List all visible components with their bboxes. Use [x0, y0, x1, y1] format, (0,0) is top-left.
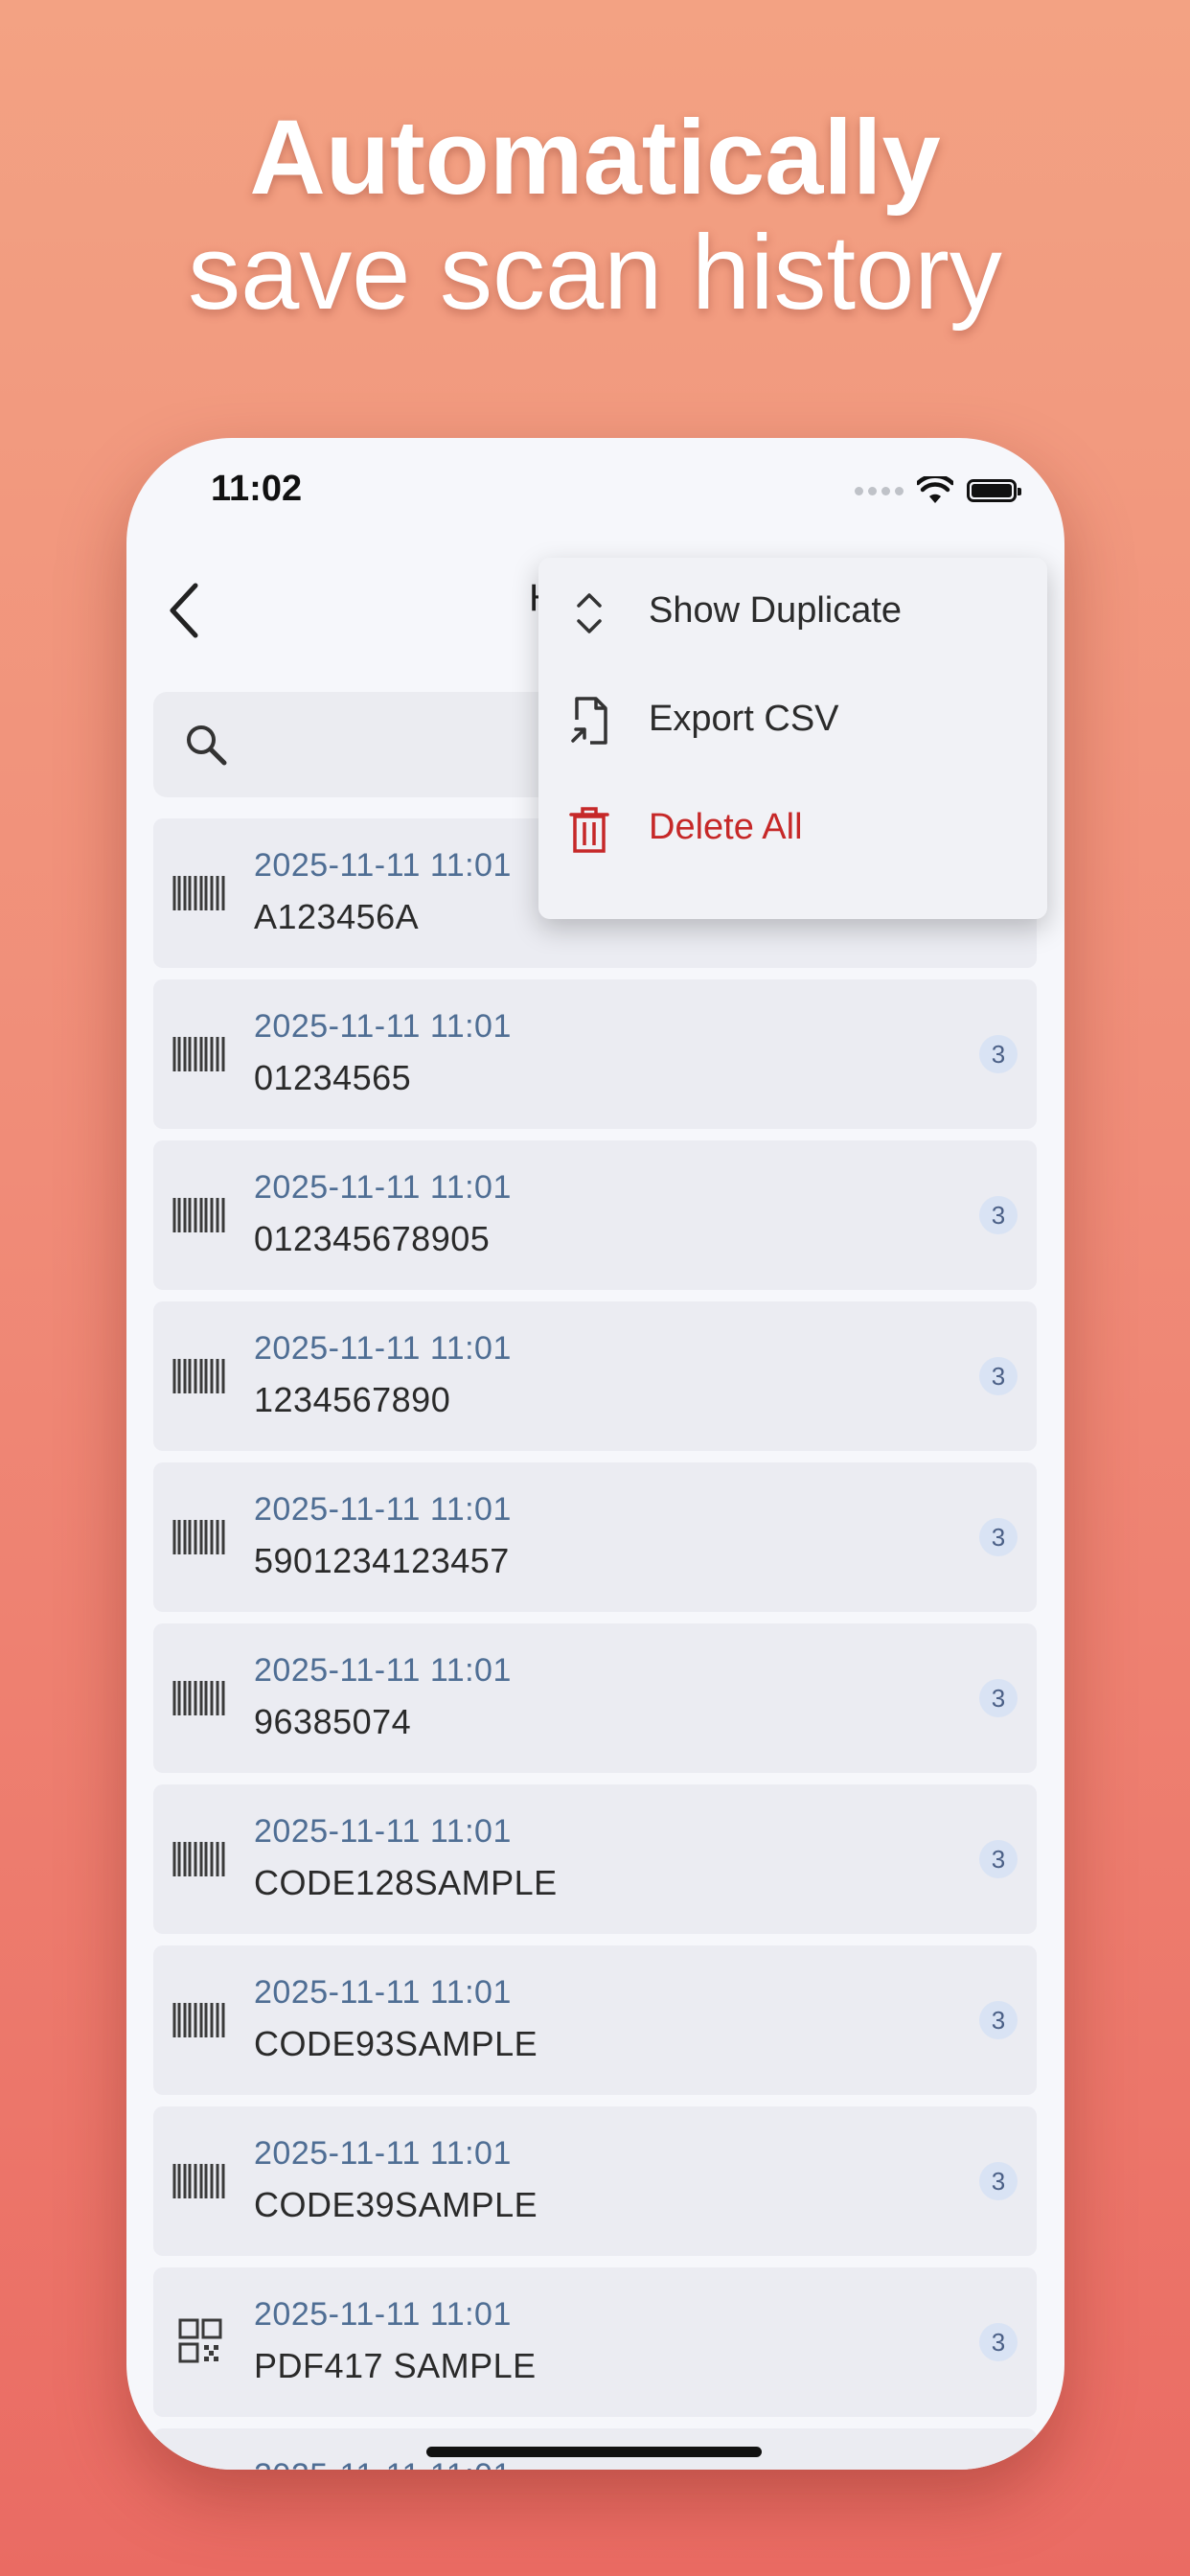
scan-code: A123456A [254, 897, 420, 936]
duplicate-count-badge: 3 [979, 2001, 1018, 2039]
duplicate-count-badge: 3 [979, 2162, 1018, 2200]
qr-code-icon [178, 2318, 222, 2363]
scan-date: 2025-11-11 11:01 [254, 1491, 512, 1528]
menu-item-label: Delete All [649, 807, 803, 847]
scan-code: PDF417 SAMPLE [254, 2346, 537, 2385]
scan-code: 5901234123457 [254, 1541, 510, 1580]
duplicate-count-badge: 3 [979, 1196, 1018, 1234]
status-time: 11:02 [211, 469, 303, 509]
options-menu: Show Duplicate Export CSV Delete All [538, 558, 1047, 919]
menu-item-delete-all[interactable]: Delete All [538, 774, 1047, 880]
barcode-icon [172, 2164, 225, 2198]
barcode-icon [172, 1842, 225, 1876]
duplicate-count-badge: 3 [979, 2323, 1018, 2361]
scan-code: 96385074 [254, 1702, 412, 1741]
barcode-icon [172, 1520, 225, 1554]
scan-date: 2025-11-11 11:01 [254, 847, 512, 884]
barcode-icon [172, 1681, 225, 1715]
menu-item-show-duplicate[interactable]: Show Duplicate [538, 558, 1047, 663]
barcode-icon [172, 1359, 225, 1393]
scan-code: CODE128SAMPLE [254, 1863, 558, 1902]
scan-date: 2025-11-11 11:01 [254, 1169, 512, 1206]
duplicate-count-badge: 3 [979, 1035, 1018, 1073]
scan-code: CODE93SAMPLE [254, 2024, 538, 2063]
list-item[interactable]: 2025-11-11 11:01 CODE39SAMPLE 3 [153, 2106, 1037, 2256]
scan-date: 2025-11-11 11:01 [254, 1330, 512, 1367]
list-item[interactable]: 2025-11-11 11:01 1234567890 3 [153, 1301, 1037, 1451]
expand-collapse-icon [577, 593, 602, 633]
duplicate-count-badge: 3 [979, 1357, 1018, 1395]
home-indicator[interactable] [426, 2447, 762, 2457]
file-export-icon [571, 697, 607, 745]
scan-code: CODE39SAMPLE [254, 2185, 538, 2224]
duplicate-count-badge: 3 [979, 1679, 1018, 1717]
status-icons [855, 476, 1021, 505]
scan-date: 2025-11-11 11:01 [254, 2296, 512, 2333]
headline-line-1: Automatically [249, 99, 941, 217]
scan-code: 1234567890 [254, 1380, 451, 1419]
barcode-icon [172, 876, 225, 910]
menu-item-export-csv[interactable]: Export CSV [538, 666, 1047, 771]
phone-screen: 11:02 H 2025-11-11 11:01 A123456A 2025-1… [126, 438, 1064, 2470]
list-item[interactable]: 2025-11-11 11:01 CODE128SAMPLE 3 [153, 1784, 1037, 1934]
scan-date: 2025-11-11 11:01 [254, 1652, 512, 1689]
scan-code: 012345678905 [254, 1219, 491, 1258]
scan-date: 2025-11-11 11:01 [254, 1974, 512, 2011]
scan-date: 2025-11-11 11:01 [254, 1008, 512, 1045]
menu-item-label: Export CSV [649, 699, 839, 739]
search-icon [187, 725, 227, 766]
barcode-icon [172, 1198, 225, 1232]
barcode-icon [172, 2003, 225, 2037]
list-item[interactable]: 2025-11-11 11:01 96385074 3 [153, 1623, 1037, 1773]
menu-item-label: Show Duplicate [649, 590, 903, 631]
list-item[interactable]: 2025-11-11 11:01 CODE93SAMPLE 3 [153, 1945, 1037, 2095]
trash-icon [569, 807, 609, 853]
scan-date: 2025-11-11 11:01 [254, 2135, 512, 2172]
scan-code: 01234565 [254, 1058, 412, 1097]
duplicate-count-badge: 3 [979, 1840, 1018, 1878]
cellular-icon [855, 486, 904, 495]
list-item[interactable]: 2025-11-11 11:01 PDF417 SAMPLE 3 [153, 2267, 1037, 2417]
headline-line-2: save scan history [188, 214, 1002, 332]
list-item[interactable]: 2025-11-11 11:01 01234565 3 [153, 979, 1037, 1129]
scan-date: 2025-11-11 11:01 [254, 1813, 512, 1850]
barcode-icon [172, 1037, 225, 1071]
scan-date: 2025-11-11 11:01 [254, 2457, 512, 2470]
list-item[interactable]: 2025-11-11 11:01 012345678905 3 [153, 1140, 1037, 1290]
list-item[interactable]: 2025-11-11 11:01 5901234123457 3 [153, 1462, 1037, 1612]
battery-icon [967, 479, 1021, 502]
chevron-left-icon[interactable] [155, 572, 213, 649]
duplicate-count-badge: 3 [979, 1518, 1018, 1556]
wifi-icon [917, 476, 953, 503]
history-list: 2025-11-11 11:01 A123456A 2025-11-11 11:… [153, 818, 1037, 2470]
